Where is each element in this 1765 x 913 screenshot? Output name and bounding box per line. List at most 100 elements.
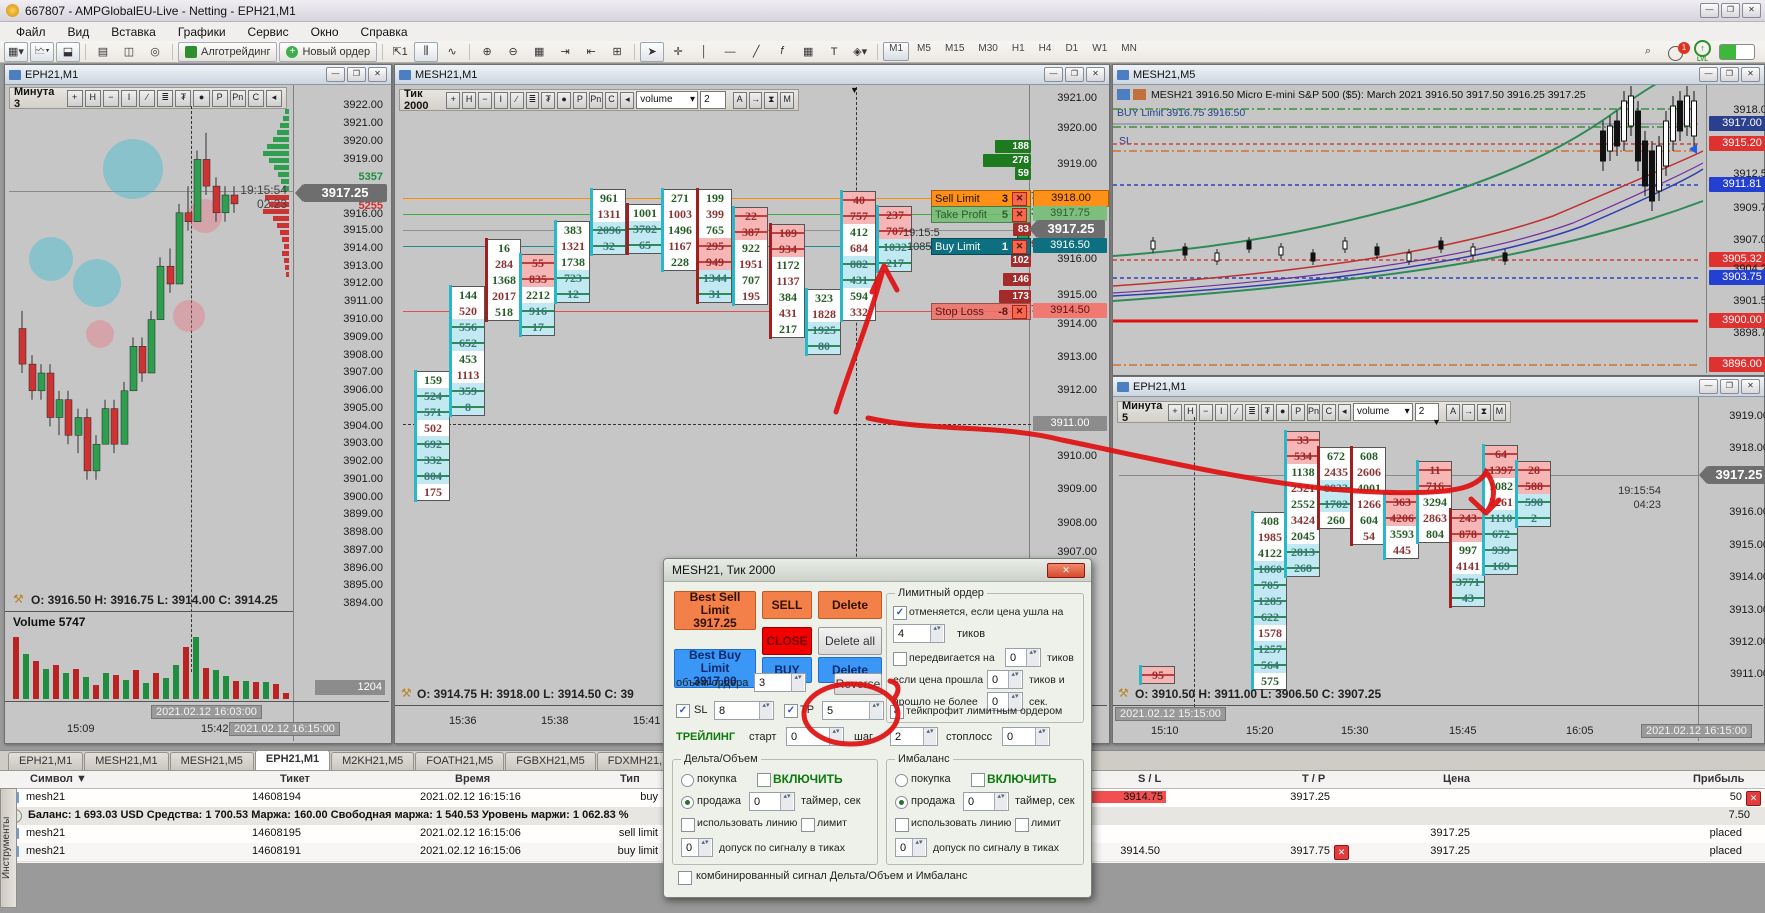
left-chart-panel-minimize-button[interactable]: — [326,67,345,82]
line-chart-button[interactable]: ∿ [440,42,464,62]
delta-buy-radio[interactable] [681,774,694,787]
algo-trading-button[interactable]: Алготрейдинг [178,41,278,62]
mini-table-icon[interactable] [1117,89,1130,100]
menu-Графики[interactable]: Графики [168,23,236,41]
mid-cluster-panel-maximize-button[interactable]: ❐ [1065,67,1084,82]
left-chart-tool-−[interactable]: − [102,89,119,107]
combined-signal-checkbox[interactable] [678,871,692,885]
left-chart-panel-maximize-button[interactable]: ❐ [347,67,366,82]
cursor-button[interactable]: ➤ [640,41,665,62]
auto-scroll-button[interactable]: ⇤ [579,42,603,62]
menu-Справка[interactable]: Справка [351,23,418,41]
column-header-S / L[interactable]: S / L [1138,773,1161,785]
br-cluster-panel-close-button[interactable]: ✕ [1741,379,1760,394]
close-button[interactable]: ✕ [1742,3,1761,18]
grid-button[interactable]: ⊞ [605,42,629,62]
timeframe-H4[interactable]: H4 [1033,42,1058,61]
br-cluster-tool-P[interactable]: P [1291,403,1305,421]
order-tag-take-profit[interactable]: Take Profit 5 ✕ [931,206,1031,223]
tr-chart-panel-minimize-button[interactable]: — [1699,67,1718,82]
menu-Вставка[interactable]: Вставка [101,23,166,41]
delta-sell-radio[interactable] [681,796,694,809]
order-tag-stop-loss[interactable]: Stop Loss -8 ✕ [931,303,1031,320]
br-cluster-panel-title-bar[interactable]: EPH21,M1 — ❐ ✕ [1113,377,1764,397]
mid-cluster-panel-close-button[interactable]: ✕ [1086,67,1105,82]
br-cluster-panel-minimize-button[interactable]: — [1699,379,1718,394]
events-button[interactable]: ◎ [143,42,167,62]
column-header-Цена[interactable]: Цена [1443,773,1470,785]
timeframe-W1[interactable]: W1 [1086,42,1113,61]
tr-chart-panel-maximize-button[interactable]: ❐ [1720,67,1739,82]
candles-button[interactable]: ⫼ [414,41,439,62]
mid-cluster-tool-C[interactable]: C [604,91,619,109]
trendline-tool-button[interactable]: ╱ [744,42,768,62]
delete-all-button[interactable]: Delete all [818,627,882,655]
timeframe-H1[interactable]: H1 [1006,42,1031,61]
mid-cluster-mini-⧗[interactable]: ⧗ [764,91,779,109]
imb-tolerance-spinner[interactable]: 0 [895,838,927,857]
column-header-Время[interactable]: Время [455,773,490,785]
br-cluster-tool-H[interactable]: H [1183,403,1198,421]
br-cluster-mini-A[interactable]: A [1446,403,1460,421]
lvl-icon[interactable]: ↑ LVL [1694,40,1711,63]
left-chart-tool-+[interactable]: + [66,89,83,107]
trailing-step-spinner[interactable]: 2 [890,727,938,746]
delete-sell-button[interactable]: Delete [818,591,882,619]
column-header-Тикет[interactable]: Тикет [280,773,310,785]
order-tag-sell-limit[interactable]: Sell Limit 3 ✕ [931,190,1031,207]
imb-limit-checkbox[interactable] [1015,818,1029,832]
br-cluster-mini-M[interactable]: M [1492,403,1507,421]
trailing-start-spinner[interactable]: 0 [786,727,844,746]
timeframe-M30[interactable]: M30 [972,42,1003,61]
close-position-button[interactable]: CLOSE [762,627,812,655]
mid-cluster-tool-I[interactable]: I [493,91,508,109]
mid-cluster-tool-≣[interactable]: ≣ [525,91,540,109]
timeframe-M15[interactable]: M15 [939,42,970,61]
mid-cluster-mini-A[interactable]: A [732,91,747,109]
mid-cluster-volume-select[interactable]: volume ▾ [636,91,699,109]
account-icon[interactable]: 1 [1668,41,1690,61]
chart-tab-M2KH21,M5-4[interactable]: M2KH21,M5 [331,752,415,770]
tp-spinner[interactable]: 5 [822,701,884,720]
depth-of-market-button[interactable]: ▤ [91,42,115,62]
mid-cluster-panel-title-bar[interactable]: MESH21,M1 — ❐ ✕ [395,65,1109,85]
chart-tab-FOATH21,M5-5[interactable]: FOATH21,M5 [415,752,505,770]
imb-buy-radio[interactable] [895,774,908,787]
scale-fix-button[interactable]: ⇱1 [388,42,412,62]
vline-tool-button[interactable]: │ [692,42,716,62]
tp-limit-checkbox[interactable]: ✓ [890,705,904,719]
left-chart-tool-≣[interactable]: ≣ [157,89,174,107]
mid-cluster-tool-Pn[interactable]: Pn [588,91,603,109]
timeframe-D1[interactable]: D1 [1059,42,1084,61]
column-header-Прибыль[interactable]: Прибыль [1693,773,1744,785]
sl-checkbox[interactable]: ✓ [676,704,690,718]
mid-cluster-tool-−[interactable]: − [478,91,492,109]
delta-tolerance-spinner[interactable]: 0 [681,838,713,857]
delta-limit-checkbox[interactable] [801,818,815,832]
data-window-button[interactable]: ◫ [117,42,141,62]
menu-Сервис[interactable]: Сервис [238,23,299,41]
br-cluster-tool-₮[interactable]: ₮ [1260,403,1275,421]
new-chart-button[interactable]: ▦▾ [4,41,28,62]
close-position-icon[interactable]: ✕ [1746,791,1761,806]
menu-Файл[interactable]: Файл [6,23,56,41]
delta-timer-spinner[interactable]: 0 [749,792,795,811]
hline-tool-button[interactable]: — [718,42,742,62]
menu-Окно[interactable]: Окно [301,23,349,41]
zoom-out-button[interactable]: ⊖ [501,42,525,62]
br-cluster-tool-C[interactable]: C [1322,403,1336,421]
shift-end-button[interactable]: ⇥ [553,42,577,62]
mid-cluster-mini-M[interactable]: M [780,91,795,109]
br-cluster-volume-select[interactable]: volume ▾ [1353,403,1413,421]
imb-enable-checkbox[interactable] [971,773,985,787]
br-cluster-tool-◂[interactable]: ◂ [1337,403,1352,421]
mini-chart-icon[interactable] [1133,89,1146,100]
br-cluster-tool-−[interactable]: − [1199,403,1213,421]
reverse-button[interactable]: Reverse [834,673,882,695]
left-chart-tool-H[interactable]: H [84,89,101,107]
cancel-ticks-spinner[interactable]: 4 [893,624,945,643]
mid-cluster-panel-minimize-button[interactable]: — [1044,67,1063,82]
crosshair-button[interactable]: ✛ [666,42,690,62]
tile-windows-button[interactable]: ▦ [527,42,551,62]
column-header-Тип[interactable]: Тип [620,773,640,785]
